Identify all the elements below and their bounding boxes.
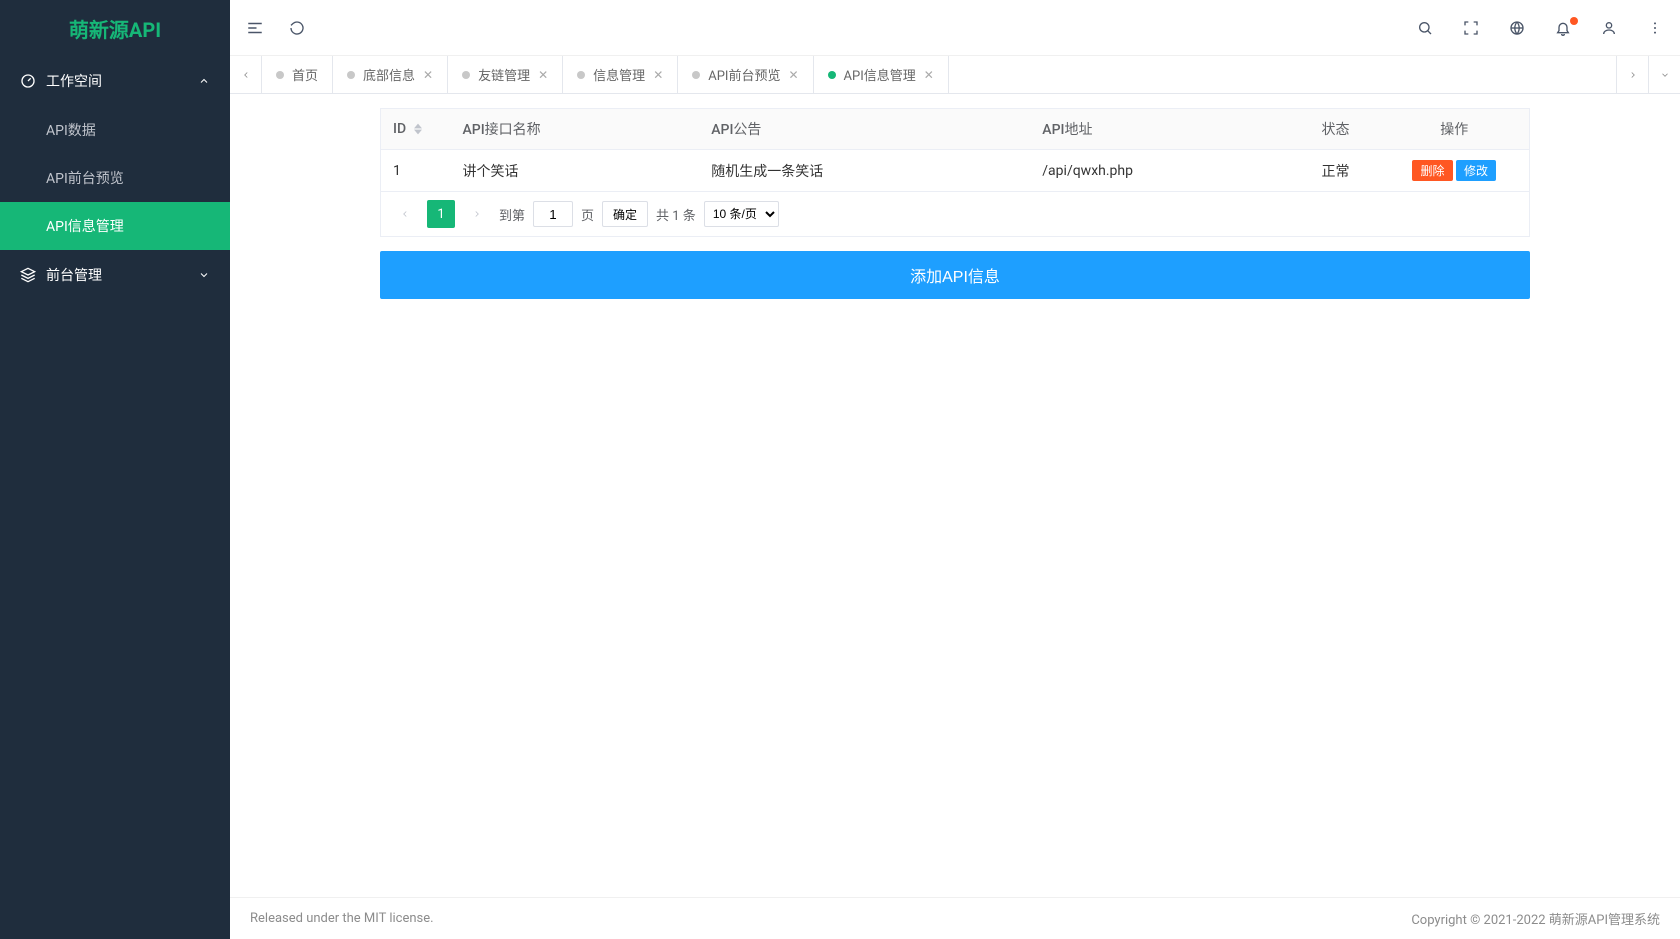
bell-icon[interactable] <box>1554 19 1572 37</box>
prev-page-button[interactable] <box>391 200 419 228</box>
tab-label: 首页 <box>292 65 318 84</box>
edit-button[interactable]: 修改 <box>1456 160 1496 181</box>
layers-icon <box>20 267 36 283</box>
close-icon[interactable]: ✕ <box>788 68 798 82</box>
refresh-icon[interactable] <box>288 19 306 37</box>
sidebar-item-label: API数据 <box>46 120 96 140</box>
table-header-row: ID API接口名称 API公告 API地址 状态 操作 <box>381 109 1530 150</box>
tab-dot-icon <box>462 71 470 79</box>
tab-label: 底部信息 <box>363 65 415 84</box>
th-status: 状态 <box>1310 109 1380 150</box>
globe-icon[interactable] <box>1508 19 1526 37</box>
tab-label: API前台预览 <box>708 65 780 84</box>
logo: 萌新源API <box>0 0 230 56</box>
chevron-up-icon <box>198 75 210 87</box>
goto-prefix: 到第 <box>499 205 525 224</box>
sidebar-group-label: 前台管理 <box>46 265 102 285</box>
menu-toggle-icon[interactable] <box>246 19 264 37</box>
sidebar-item-label: API信息管理 <box>46 216 124 236</box>
tab-label: 友链管理 <box>478 65 530 84</box>
footer: Released under the MIT license. Copyrigh… <box>230 897 1680 939</box>
tab-dot-icon <box>347 71 355 79</box>
tabs-scroll-right[interactable] <box>1616 56 1648 93</box>
footer-left: Released under the MIT license. <box>250 911 434 926</box>
sidebar-item-api-info[interactable]: API信息管理 <box>0 202 230 250</box>
tab-label: API信息管理 <box>844 65 916 84</box>
tab-footer-info[interactable]: 底部信息 ✕ <box>333 56 448 93</box>
tab-api-info[interactable]: API信息管理 ✕ <box>814 56 949 93</box>
user-icon[interactable] <box>1600 19 1618 37</box>
tab-dot-icon <box>276 71 284 79</box>
cell-url: /api/qwxh.php <box>1030 150 1309 192</box>
th-id[interactable]: ID <box>381 109 451 150</box>
tabs-bar: 首页 底部信息 ✕ 友链管理 ✕ 信息管理 ✕ <box>230 56 1680 94</box>
goto-confirm-button[interactable]: 确定 <box>602 201 648 227</box>
sidebar-group-frontend[interactable]: 前台管理 <box>0 250 230 300</box>
dashboard-icon <box>20 73 36 89</box>
total-count: 共 1 条 <box>656 205 696 224</box>
sidebar-item-api-data[interactable]: API数据 <box>0 106 230 154</box>
api-table: ID API接口名称 API公告 API地址 状态 操作 <box>380 108 1530 192</box>
table-row: 1 讲个笑话 随机生成一条笑话 /api/qwxh.php 正常 删除 修改 <box>381 150 1530 192</box>
fullscreen-icon[interactable] <box>1462 19 1480 37</box>
tabs-scroll-left[interactable] <box>230 56 262 93</box>
content: ID API接口名称 API公告 API地址 状态 操作 <box>230 94 1680 897</box>
chevron-down-icon <box>198 269 210 281</box>
more-icon[interactable] <box>1646 19 1664 37</box>
tab-api-preview[interactable]: API前台预览 ✕ <box>678 56 813 93</box>
goto-page-input[interactable] <box>533 201 573 227</box>
sidebar-item-label: API前台预览 <box>46 168 124 188</box>
next-page-button[interactable] <box>463 200 491 228</box>
close-icon[interactable]: ✕ <box>423 68 433 82</box>
cell-id: 1 <box>381 150 451 192</box>
tab-dot-icon <box>692 71 700 79</box>
tab-dot-icon <box>577 71 585 79</box>
cell-status: 正常 <box>1310 150 1380 192</box>
notification-dot <box>1570 17 1578 25</box>
close-icon[interactable]: ✕ <box>924 68 934 82</box>
tab-label: 信息管理 <box>593 65 645 84</box>
sidebar-menu: 工作空间 API数据 API前台预览 API信息管理 前台管理 <box>0 56 230 939</box>
main: 首页 底部信息 ✕ 友链管理 ✕ 信息管理 ✕ <box>230 0 1680 939</box>
cell-actions: 删除 修改 <box>1380 150 1530 192</box>
th-notice: API公告 <box>699 109 1030 150</box>
tab-info-mgmt[interactable]: 信息管理 ✕ <box>563 56 678 93</box>
cell-notice: 随机生成一条笑话 <box>699 150 1030 192</box>
cell-name: 讲个笑话 <box>451 150 700 192</box>
tabs-dropdown[interactable] <box>1648 56 1680 93</box>
delete-button[interactable]: 删除 <box>1412 160 1452 181</box>
tab-links[interactable]: 友链管理 ✕ <box>448 56 563 93</box>
sidebar: 萌新源API 工作空间 API数据 API前台预览 API信息管理 <box>0 0 230 939</box>
sidebar-group-label: 工作空间 <box>46 71 102 91</box>
add-api-button[interactable]: 添加API信息 <box>380 251 1530 299</box>
sidebar-item-api-preview[interactable]: API前台预览 <box>0 154 230 202</box>
tabs-list: 首页 底部信息 ✕ 友链管理 ✕ 信息管理 ✕ <box>262 56 1616 93</box>
close-icon[interactable]: ✕ <box>653 68 663 82</box>
close-icon[interactable]: ✕ <box>538 68 548 82</box>
sidebar-group-workspace[interactable]: 工作空间 <box>0 56 230 106</box>
search-icon[interactable] <box>1416 19 1434 37</box>
footer-right: Copyright © 2021-2022 萌新源API管理系统 <box>1411 909 1660 928</box>
goto-suffix: 页 <box>581 205 594 224</box>
th-action: 操作 <box>1380 109 1530 150</box>
tab-home[interactable]: 首页 <box>262 56 333 93</box>
sort-icon <box>414 123 422 135</box>
th-name: API接口名称 <box>451 109 700 150</box>
pagination: 1 到第 页 确定 共 1 条 10 条/页 <box>380 192 1530 237</box>
th-url: API地址 <box>1030 109 1309 150</box>
perpage-select[interactable]: 10 条/页 <box>704 201 779 227</box>
tab-dot-icon <box>828 71 836 79</box>
footer-link[interactable]: 萌新源API管理系统 <box>1549 913 1660 928</box>
page-1-button[interactable]: 1 <box>427 200 455 228</box>
header <box>230 0 1680 56</box>
